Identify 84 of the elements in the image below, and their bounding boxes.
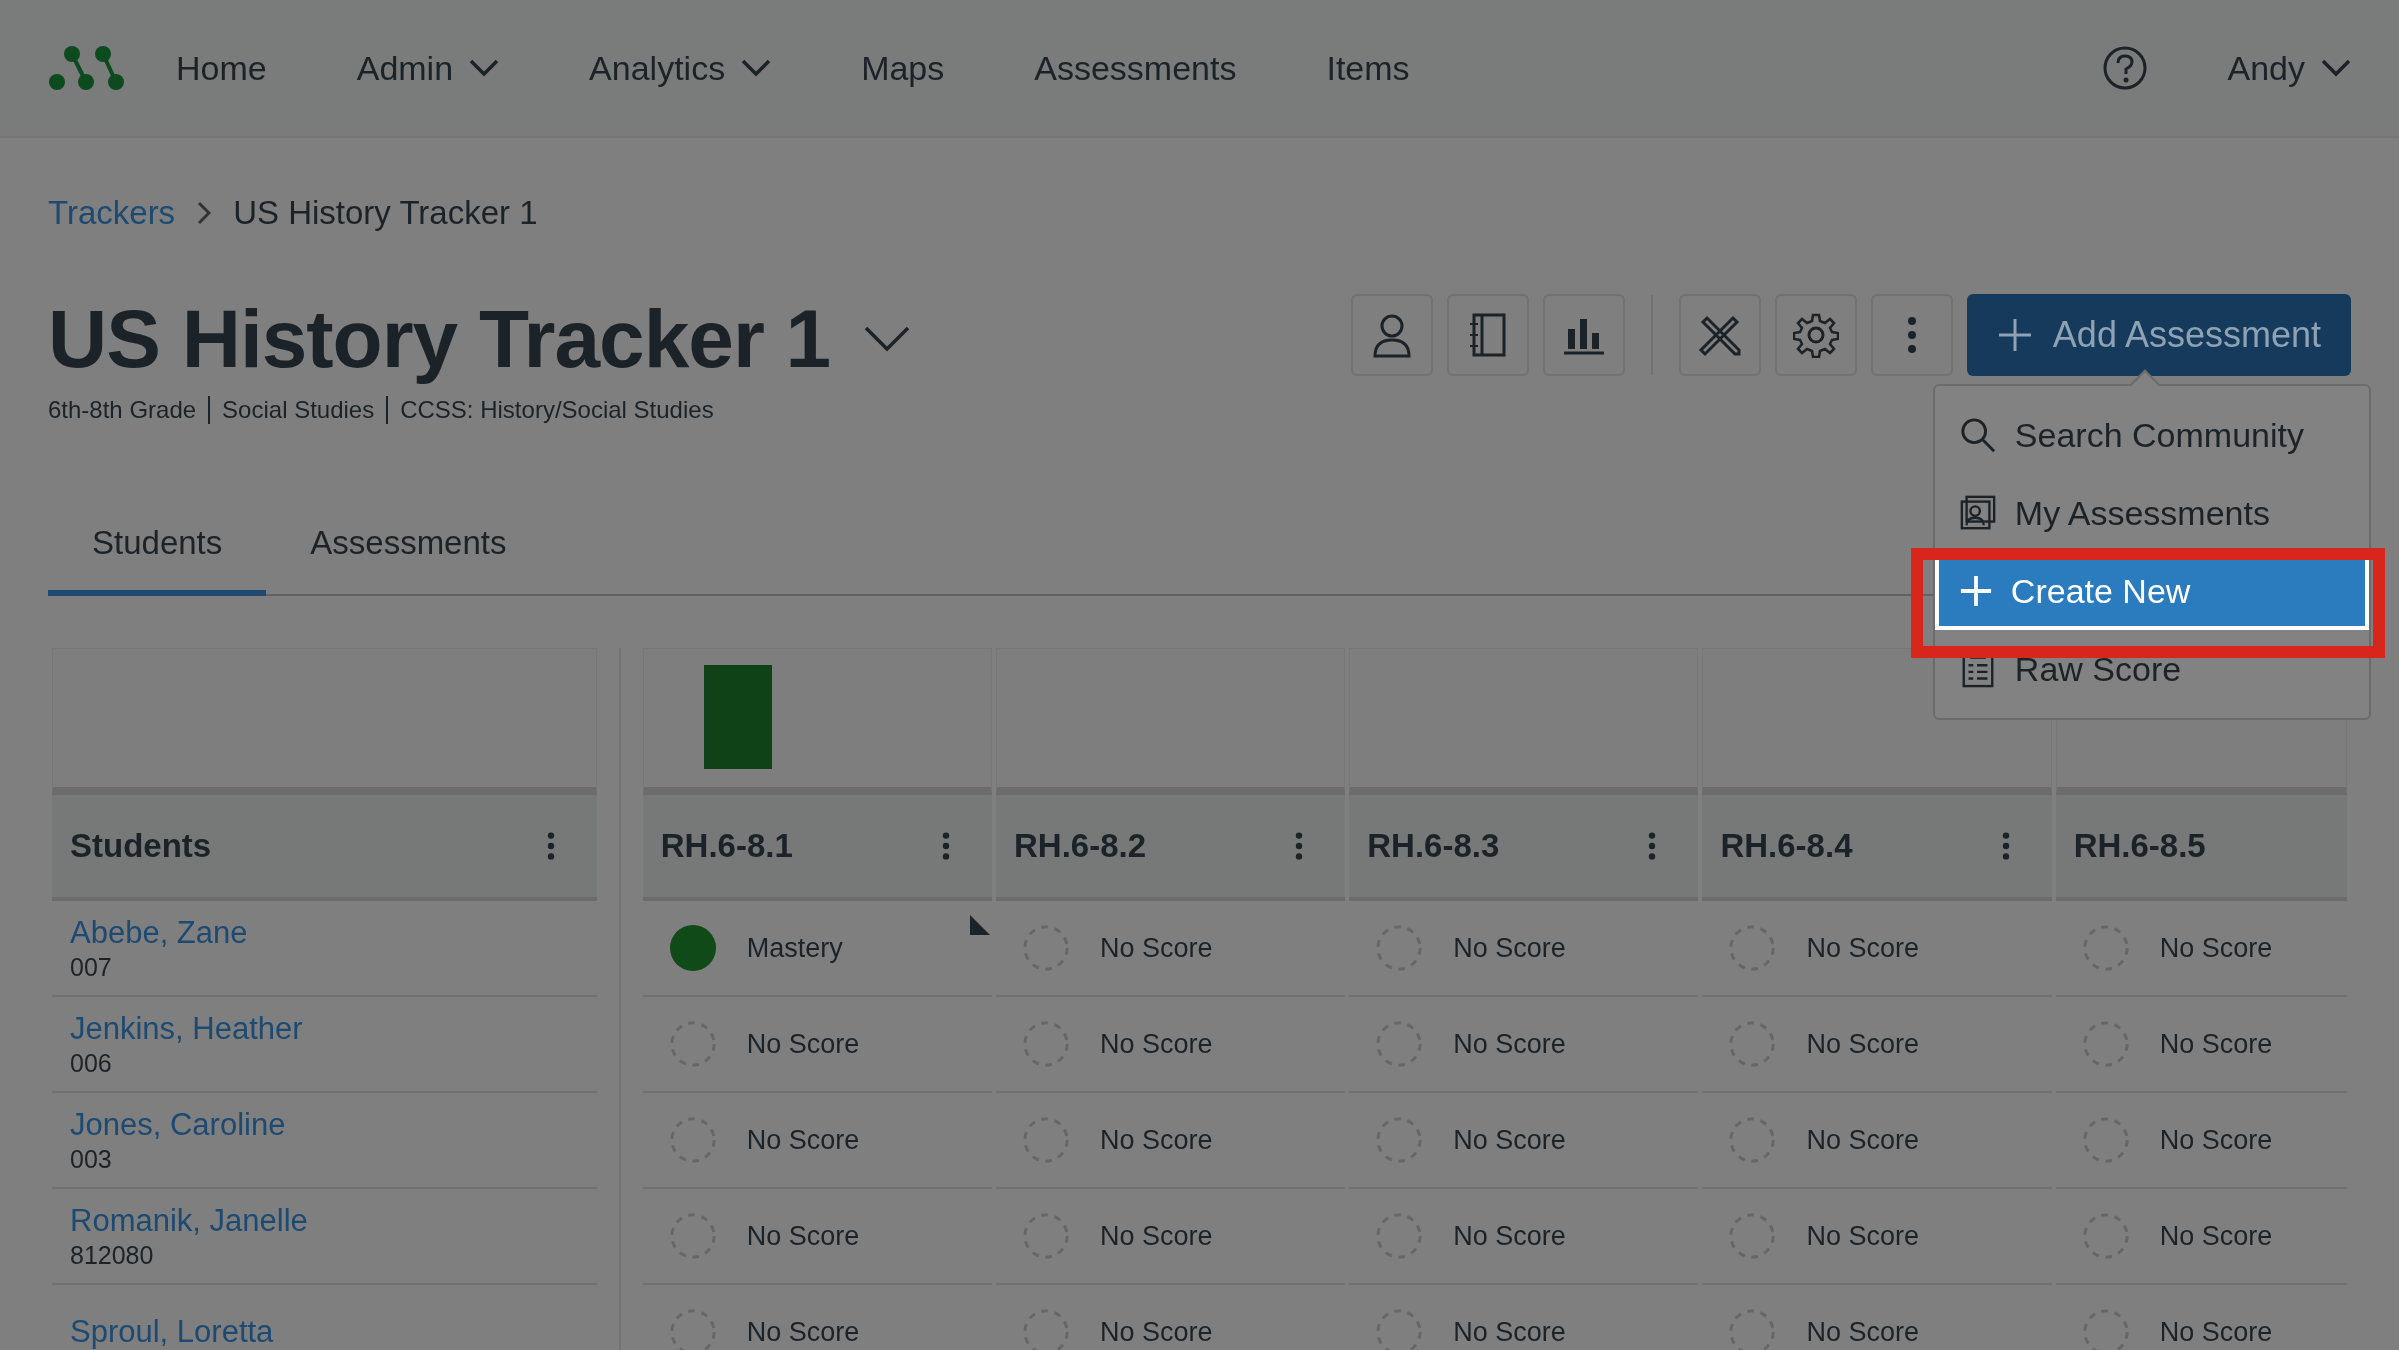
caret-icon xyxy=(469,59,500,77)
student-id: 006 xyxy=(70,1048,113,1078)
student-id: 003 xyxy=(70,1144,113,1174)
student-link[interactable]: Jones, Caroline xyxy=(70,1106,597,1143)
kebab-icon[interactable] xyxy=(1648,831,1657,861)
kebab-icon[interactable] xyxy=(1295,831,1304,861)
plus-icon xyxy=(1996,317,2033,353)
score-label: No Score xyxy=(1100,1028,1213,1060)
menu-item[interactable]: My Assessments xyxy=(1934,474,2369,552)
menu-item[interactable]: Search Community xyxy=(1934,396,2369,474)
more-options-button[interactable] xyxy=(1870,294,1953,376)
student-button[interactable] xyxy=(1350,294,1433,376)
breadcrumb-link[interactable]: Trackers xyxy=(48,194,176,232)
caret-icon xyxy=(741,59,772,77)
notebook-button[interactable] xyxy=(1446,294,1529,376)
search-icon xyxy=(1958,416,1997,454)
tab[interactable]: Students xyxy=(48,504,267,596)
student-link[interactable]: Romanik, Janelle xyxy=(70,1202,597,1239)
nav-link[interactable]: Assessments xyxy=(1034,48,1237,88)
nav-link[interactable]: Maps xyxy=(861,48,945,88)
score-label: No Score xyxy=(1100,932,1213,964)
notebook-icon xyxy=(1467,312,1508,358)
menu-item[interactable]: Raw Score xyxy=(1934,630,2369,708)
add-assessment-button[interactable]: Add Assessment xyxy=(1966,294,2351,376)
nav-link[interactable]: Analytics xyxy=(589,48,772,88)
column-header: RH.6-8.1 xyxy=(642,795,992,901)
score-label: No Score xyxy=(1100,1220,1213,1252)
score-label: No Score xyxy=(2159,932,2273,964)
kebab-icon[interactable] xyxy=(2001,831,2010,861)
score-label: No Score xyxy=(1806,1028,1919,1060)
column-header: RH.6-8.3 xyxy=(1349,795,1699,901)
settings-button[interactable] xyxy=(1774,294,1857,376)
score-label: No Score xyxy=(2159,1316,2273,1348)
tools-button[interactable] xyxy=(1678,294,1761,376)
student-id: 812080 xyxy=(70,1240,155,1270)
help-icon[interactable] xyxy=(2101,45,2148,91)
score-label: No Score xyxy=(1806,1220,1919,1252)
score-label: No Score xyxy=(746,1316,860,1348)
caret-icon xyxy=(2321,59,2351,77)
score-label: Mastery xyxy=(746,932,843,964)
nav-link[interactable]: Items xyxy=(1326,48,1410,88)
kebab-icon[interactable] xyxy=(546,831,555,861)
score-label: No Score xyxy=(1453,1124,1566,1156)
settings-icon xyxy=(1792,312,1839,358)
nav-link[interactable]: Home xyxy=(176,48,267,88)
score-label: No Score xyxy=(1100,1124,1213,1156)
user-menu[interactable]: Andy xyxy=(2227,48,2351,88)
kebab-icon xyxy=(1906,315,1917,355)
column-header: Students xyxy=(52,795,597,901)
column-header: RH.6-8.5 xyxy=(2055,795,2347,901)
column-header: RH.6-8.2 xyxy=(996,795,1346,901)
person-icon xyxy=(1371,312,1412,358)
score-label: No Score xyxy=(2159,1124,2273,1156)
breadcrumb-current: US History Tracker 1 xyxy=(233,194,538,232)
student-id: 007 xyxy=(70,952,113,982)
tab[interactable]: Assessments xyxy=(266,504,551,594)
chevron-down-icon[interactable] xyxy=(864,326,911,352)
subtitle-text: CCSS: History/Social Studies xyxy=(386,396,714,424)
student-link[interactable]: Sproul, Loretta xyxy=(70,1314,597,1350)
student-link[interactable]: Jenkins, Heather xyxy=(70,1010,597,1047)
score-label: No Score xyxy=(1453,1028,1566,1060)
nav-link[interactable]: Admin xyxy=(356,48,500,88)
score-label: No Score xyxy=(2159,1028,2273,1060)
score-label: No Score xyxy=(746,1220,860,1252)
score-label: No Score xyxy=(1100,1316,1213,1348)
score-label: No Score xyxy=(1453,1316,1566,1348)
score-label: No Score xyxy=(1453,1220,1566,1252)
score-label: No Score xyxy=(1453,932,1566,964)
score-label: No Score xyxy=(1806,932,1919,964)
kebab-icon[interactable] xyxy=(942,831,950,861)
column-header: RH.6-8.4 xyxy=(1702,795,2052,901)
chevron-right-icon xyxy=(197,201,212,225)
subtitle-text: 6th-8th Grade xyxy=(48,396,197,424)
person-card-icon xyxy=(1958,494,1997,532)
score-label: No Score xyxy=(746,1124,860,1156)
score-label: No Score xyxy=(746,1028,860,1060)
score-label: No Score xyxy=(1806,1124,1919,1156)
plus-icon xyxy=(1958,574,1993,608)
score-label: No Score xyxy=(2159,1220,2273,1252)
student-link[interactable]: Abebe, Zane xyxy=(70,914,597,951)
subtitle-text: Social Studies xyxy=(208,396,375,424)
cursor-icon xyxy=(968,913,992,937)
chart-button[interactable] xyxy=(1542,294,1625,376)
score-label: No Score xyxy=(1806,1316,1919,1348)
